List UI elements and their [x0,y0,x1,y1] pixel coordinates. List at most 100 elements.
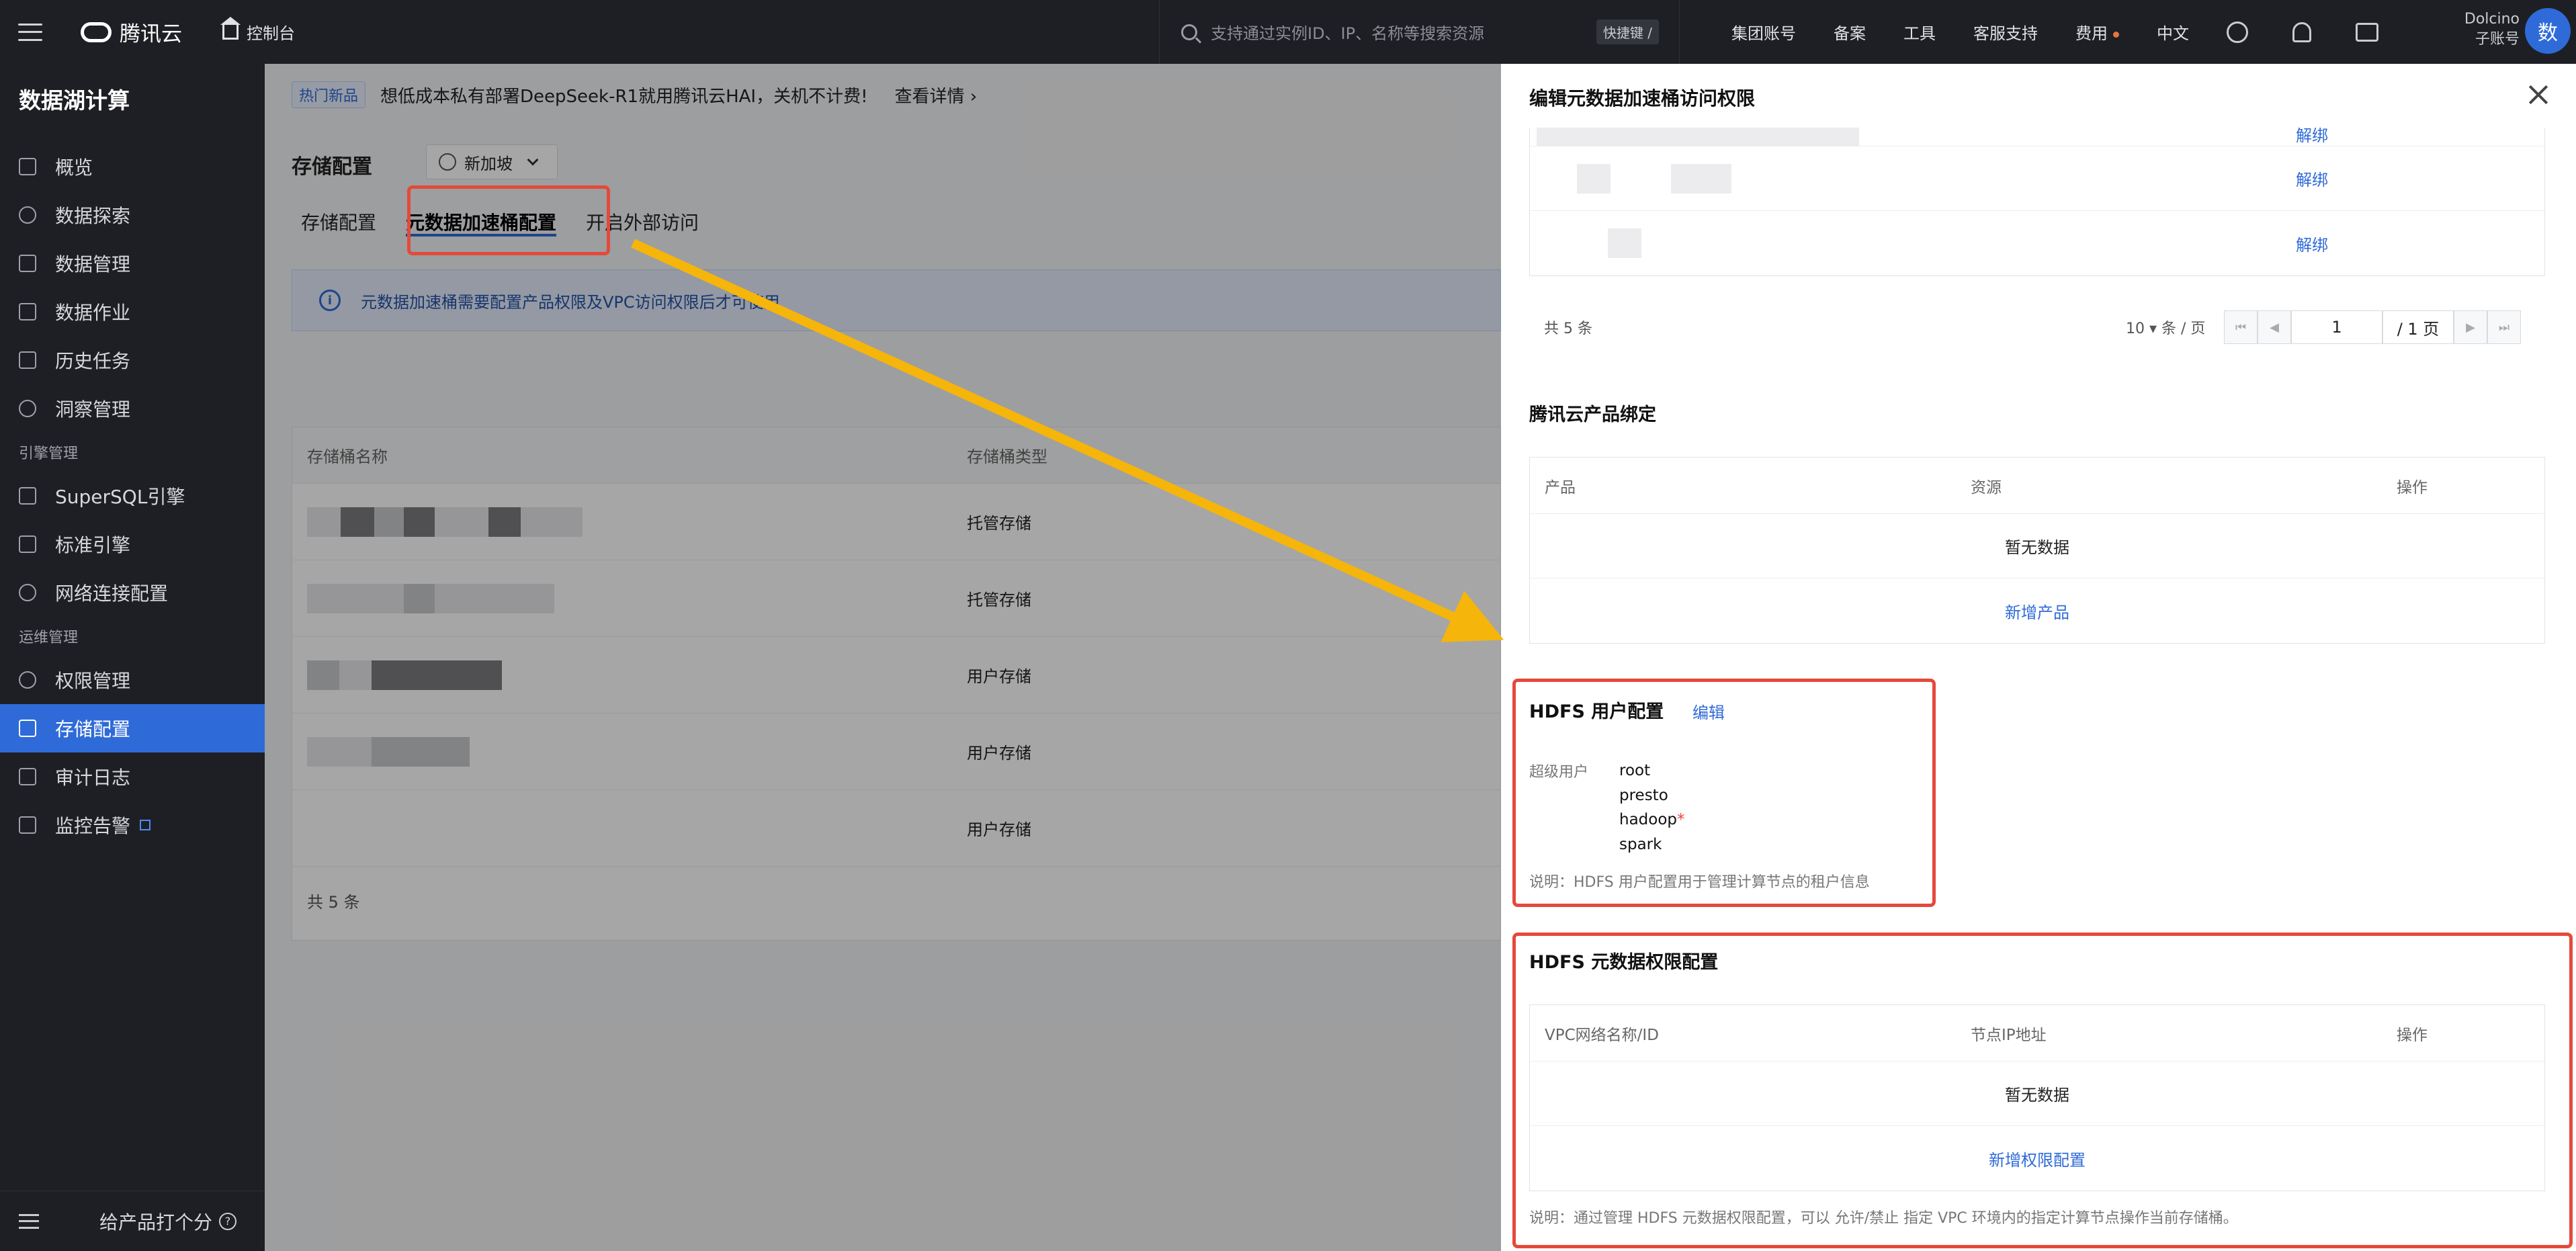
brand-name: 腾讯云 [120,22,182,46]
nav-filing[interactable]: 备案 [1834,20,1866,44]
page-size-select[interactable]: 10 ▾ 条 / 页 [2126,316,2205,338]
sidebar-item-standard-engine[interactable]: 标准引擎 [0,520,265,568]
sidebar-footer: 给产品打个分 ? [0,1191,265,1251]
page-size-value: 10 [2126,320,2145,337]
unbind-link[interactable]: 解绑 [2296,167,2328,190]
first-page-icon[interactable]: ⏮ [2224,310,2258,344]
sidebar-item-label: 数据管理 [55,253,131,275]
sidebar-item-data-manage[interactable]: 数据管理 [0,239,265,288]
hdfs-user-title: HDFS 用户配置 [1529,701,1664,722]
prev-page-icon[interactable]: ◀ [2258,310,2291,344]
user-entry: hadoop [1619,811,1678,828]
sidebar-item-supersql[interactable]: SuperSQL引擎 [0,472,265,520]
unbind-link[interactable]: 解绑 [2296,122,2328,146]
nav-language[interactable]: 中文 [2157,20,2189,44]
collapse-menu-icon[interactable] [19,1213,39,1229]
user-entry-required: hadoop* [1619,808,1685,832]
total-pages: / 1 页 [2382,310,2454,344]
menu-button[interactable] [0,0,60,64]
sidebar-item-permissions[interactable]: 权限管理 [0,656,265,704]
help-icon[interactable]: ? [219,1212,237,1230]
sidebar-item-label: 监控告警 [55,815,131,837]
total-count: 共 5 条 [1544,320,1592,337]
sidebar-item-audit[interactable]: 审计日志 [0,752,265,801]
table-row: 解绑 [1530,211,2544,275]
binding-table: 解绑 解绑 解绑 [1529,126,2545,276]
avatar[interactable]: 数 [2525,8,2571,54]
per-page-label: 条 / 页 [2161,320,2206,337]
nav-billing-label: 费用 [2075,24,2108,43]
billing-dot [2113,31,2119,38]
redacted-value [1671,164,1731,193]
search-placeholder: 支持通过实例ID、IP、名称等搜索资源 [1211,24,1485,43]
add-product-button[interactable]: 新增产品 [1530,578,2544,643]
add-permission-button[interactable]: 新增权限配置 [1530,1126,2544,1191]
close-icon[interactable] [2528,84,2549,105]
col-node-ip: 节点IP地址 [1971,1026,2047,1044]
ticket-icon[interactable] [2356,22,2378,42]
nav-billing[interactable]: 费用 [2075,20,2119,44]
global-search[interactable]: 支持通过实例ID、IP、名称等搜索资源 快捷键 / [1159,0,1680,64]
empty-state: 暂无数据 [1530,514,2544,578]
table-row: 解绑 [1530,126,2544,146]
sidebar-item-label: 概览 [55,157,93,179]
nav-support[interactable]: 客服支持 [1973,20,2038,44]
required-mark: * [1677,811,1685,828]
sidebar-item-label: 数据作业 [55,302,131,324]
bell-icon[interactable] [2292,21,2311,42]
cloud-logo-icon [81,21,112,42]
user-entry: spark [1619,835,1662,853]
user-name: Dolcino [2464,11,2520,28]
col-resource: 资源 [1971,478,2002,497]
pagination: 共 5 条 10 ▾ 条 / 页 ⏮ ◀ 1 / 1 页 ▶ ⏭ [1529,307,2545,347]
brand-logo[interactable]: 腾讯云 [81,17,182,47]
nav-group-account[interactable]: 集团账号 [1731,20,1796,44]
sidebar-item-storage[interactable]: 存储配置 [0,704,265,752]
sidebar-item-overview[interactable]: 概览 [0,142,265,191]
sidebar-item-network[interactable]: 网络连接配置 [0,568,265,617]
storage-icon [19,720,36,737]
sidebar-item-explore[interactable]: 数据探索 [0,191,265,239]
console-link[interactable]: 控制台 [220,16,295,44]
nav-tools[interactable]: 工具 [1903,20,1936,44]
product-title: 数据湖计算 [19,87,130,114]
top-right-nav: 集团账号 备案 工具 客服支持 费用 中文 [1731,0,2412,64]
sidebar-item-jobs[interactable]: 数据作业 [0,288,265,336]
drawer-title: 编辑元数据加速桶访问权限 [1529,87,1756,110]
page-input[interactable]: 1 [2291,310,2382,344]
cloudshell-icon[interactable] [2227,21,2248,43]
last-page-icon[interactable]: ⏭ [2487,310,2521,344]
hdfs-perm-title: HDFS 元数据权限配置 [1529,952,1719,973]
col-vpc: VPC网络名称/ID [1545,1026,1659,1044]
hdfs-perm-table: VPC网络名称/ID 节点IP地址 操作 暂无数据 新增权限配置 [1529,1004,2545,1191]
sidebar-item-insight[interactable]: 洞察管理 [0,384,265,433]
external-link-icon [140,820,151,830]
table-header: VPC网络名称/ID 节点IP地址 操作 [1530,1005,2544,1062]
redacted-value [1577,164,1611,193]
hdfs-user-note: 说明：HDFS 用户配置用于管理计算节点的租户信息 [1529,874,1870,891]
product-binding-title: 腾讯云产品绑定 [1529,404,1656,425]
user-info[interactable]: Dolcino 子账号 [2439,9,2520,50]
sidebar-item-label: 标准引擎 [55,534,131,556]
unbind-link[interactable]: 解绑 [2296,232,2328,255]
user-entry: presto [1619,786,1668,804]
sidebar-item-label: 权限管理 [55,670,131,692]
network-icon [19,584,36,601]
sidebar-item-label: 数据探索 [55,205,131,227]
user-entry: root [1619,762,1651,779]
home-icon [220,16,241,40]
shortcut-badge: 快捷键 / [1596,19,1659,44]
feedback-link[interactable]: 给产品打个分 [99,1208,212,1235]
list-doc-icon [19,351,36,369]
hamburger-icon [18,23,42,41]
sidebar-item-history[interactable]: 历史任务 [0,336,265,384]
user-role: 子账号 [2475,31,2520,48]
calendar-icon [19,768,36,785]
sidebar-item-label: 审计日志 [55,767,131,789]
superuser-label: 超级用户 [1529,764,1589,781]
redacted-value [1608,228,1641,258]
sidebar-item-label: SuperSQL引擎 [55,486,185,508]
next-page-icon[interactable]: ▶ [2454,310,2487,344]
sidebar-item-monitor[interactable]: 监控告警 [0,801,265,849]
edit-hdfs-user-link[interactable]: 编辑 [1692,699,1725,723]
